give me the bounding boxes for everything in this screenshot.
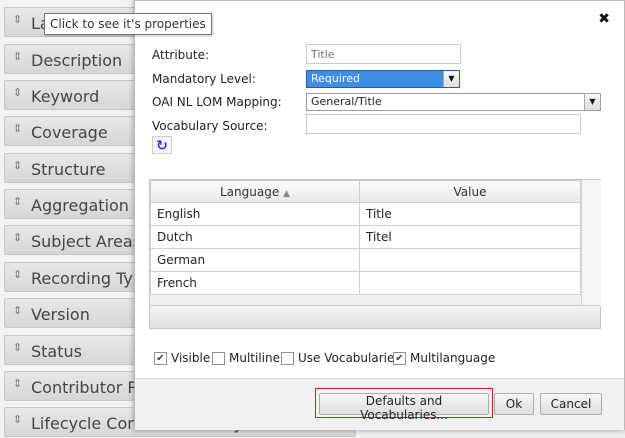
- value-cell[interactable]: Titel: [359, 225, 581, 249]
- drag-handle-icon[interactable]: ⇕: [13, 122, 22, 135]
- vocabulary-source-input[interactable]: [306, 114, 581, 134]
- list-item-label: Aggregation L: [31, 196, 143, 215]
- list-item-label: Contributor Ro: [31, 378, 148, 397]
- mandatory-level-value: Required: [311, 72, 360, 85]
- table-row[interactable]: French: [150, 271, 581, 295]
- drag-handle-icon[interactable]: ⇕: [13, 304, 22, 317]
- drag-handle-icon[interactable]: ⇕: [13, 86, 22, 99]
- language-cell[interactable]: French: [150, 271, 360, 295]
- list-item-label: Subject Areas: [31, 232, 142, 251]
- value-cell[interactable]: [359, 248, 581, 272]
- language-column-header[interactable]: Language ▲: [150, 180, 360, 203]
- language-cell[interactable]: German: [150, 248, 360, 272]
- language-cell[interactable]: English: [150, 202, 360, 226]
- chevron-down-icon[interactable]: ▼: [584, 94, 600, 110]
- list-item-label: Version: [31, 305, 90, 324]
- defaults-and-vocabularies-button[interactable]: Defaults and Vocabularies...: [319, 393, 489, 422]
- grid-scroll-strip: [581, 180, 601, 306]
- mapping-value: General/Title: [311, 95, 382, 108]
- mapping-label: OAI NL LOM Mapping:: [152, 95, 282, 109]
- list-item-label: Recording Typ: [31, 269, 144, 288]
- value-column-header[interactable]: Value: [359, 180, 581, 203]
- drag-handle-icon[interactable]: ⇕: [13, 377, 22, 390]
- drag-handle-icon[interactable]: ⇕: [13, 268, 22, 281]
- dialog-footer: Defaults and Vocabularies... Ok Cancel: [135, 378, 624, 430]
- drag-handle-icon[interactable]: ⇕: [13, 50, 22, 63]
- mandatory-level-select[interactable]: Required ▼: [306, 70, 460, 88]
- tooltip: Click to see it's properties: [44, 13, 212, 35]
- sort-up-icon: ▲: [283, 188, 290, 199]
- cancel-button[interactable]: Cancel: [540, 393, 602, 415]
- language-cell[interactable]: Dutch: [150, 225, 360, 249]
- multilanguage-checkbox[interactable]: ✔ Multilanguage: [393, 351, 495, 365]
- table-row[interactable]: English Title: [150, 202, 581, 226]
- refresh-icon[interactable]: ↻: [152, 136, 172, 154]
- list-item-label: Coverage: [31, 123, 108, 142]
- list-item-label: Keyword: [31, 87, 100, 106]
- ok-button[interactable]: Ok: [494, 393, 534, 415]
- drag-handle-icon[interactable]: ⇕: [13, 13, 22, 26]
- grid-footer: [150, 305, 600, 328]
- chevron-down-icon[interactable]: ▼: [443, 71, 459, 87]
- drag-handle-icon[interactable]: ⇕: [13, 341, 22, 354]
- table-row[interactable]: Dutch Titel: [150, 225, 581, 249]
- table-row[interactable]: German: [150, 248, 581, 272]
- value-cell[interactable]: [359, 271, 581, 295]
- drag-handle-icon[interactable]: ⇕: [13, 413, 22, 426]
- mapping-select[interactable]: General/Title ▼: [306, 93, 601, 111]
- properties-dialog: ✖ Attribute: Mandatory Level: Required ▼…: [134, 0, 625, 430]
- drag-handle-icon[interactable]: ⇕: [13, 195, 22, 208]
- value-cell[interactable]: Title: [359, 202, 581, 226]
- attribute-input[interactable]: [306, 44, 461, 64]
- mandatory-level-label: Mandatory Level:: [152, 72, 256, 86]
- multiline-checkbox[interactable]: Multiline: [212, 351, 280, 365]
- list-item-label: Description: [31, 51, 123, 70]
- drag-handle-icon[interactable]: ⇕: [13, 159, 22, 172]
- drag-handle-icon[interactable]: ⇕: [13, 231, 22, 244]
- list-item-label: Structure: [31, 160, 106, 179]
- use-vocabularies-checkbox[interactable]: Use Vocabularies: [281, 351, 401, 365]
- list-item-label: Status: [31, 342, 82, 361]
- vocabulary-source-label: Vocabulary Source:: [152, 119, 268, 133]
- language-grid: Language ▲ Value English Title Dutch Tit…: [149, 179, 601, 329]
- visible-checkbox[interactable]: ✔ Visible: [154, 351, 210, 365]
- checkmark-icon[interactable]: ✔: [154, 351, 167, 365]
- checkmark-icon[interactable]: ✔: [393, 351, 406, 365]
- attribute-label: Attribute:: [152, 48, 210, 62]
- close-icon[interactable]: ✖: [598, 11, 610, 27]
